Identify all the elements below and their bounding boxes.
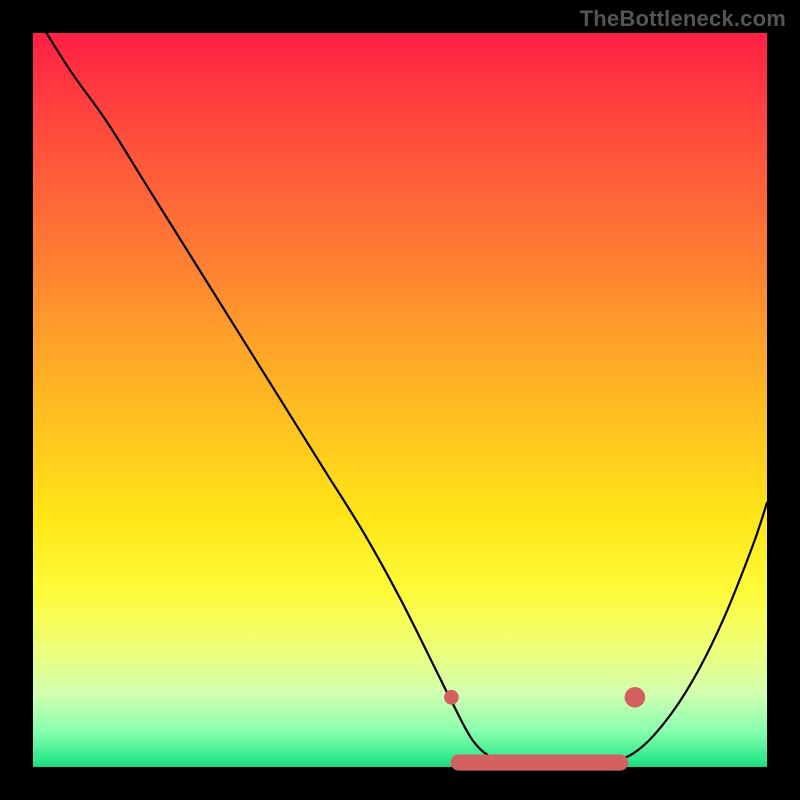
chart-container: TheBottleneck.com xyxy=(0,0,800,800)
watermark-text: TheBottleneck.com xyxy=(580,6,786,32)
optimal-end-marker xyxy=(625,687,646,708)
plot-area xyxy=(33,33,767,767)
bottleneck-chart-svg xyxy=(33,33,767,767)
bottleneck-curve xyxy=(33,11,767,768)
optimal-start-marker xyxy=(444,690,459,705)
